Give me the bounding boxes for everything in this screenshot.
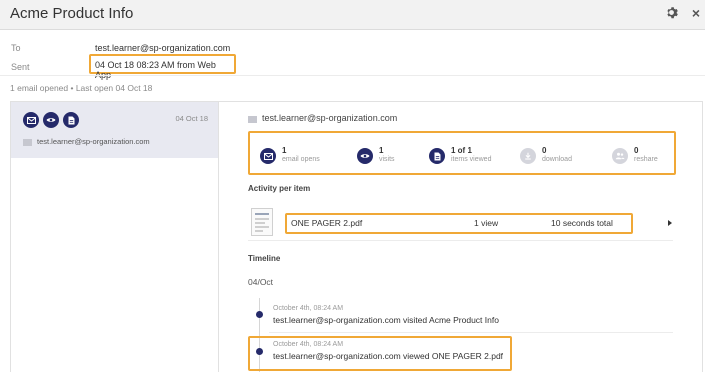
recipient-panel: 04 Oct 18 test.learner@sp-organization.c… <box>10 101 703 372</box>
stat-label: email opens <box>282 156 320 163</box>
timeline-title: Timeline <box>248 254 281 263</box>
download-icon <box>520 148 536 164</box>
recipient-list: 04 Oct 18 test.learner@sp-organization.c… <box>11 102 219 372</box>
close-icon[interactable]: × <box>689 6 703 20</box>
title-bar: Acme Product Info × <box>0 0 705 30</box>
activity-title: Activity per item <box>248 184 311 193</box>
stat-value: 1 <box>282 146 287 155</box>
stat-label: reshare <box>634 156 658 163</box>
envelope-small-icon <box>248 116 257 123</box>
detail-email: test.learner@sp-organization.com <box>262 113 398 123</box>
divider <box>248 240 673 241</box>
stat-label: download <box>542 156 572 163</box>
sent-label: Sent <box>11 62 30 72</box>
envelope-icon <box>260 148 276 164</box>
document-icon <box>63 112 79 128</box>
open-summary: 1 email opened • Last open 04 Oct 18 <box>10 83 153 93</box>
sent-value: 04 Oct 18 08:23 AM from Web App <box>89 54 236 80</box>
stat-reshare: 0 reshare <box>612 146 705 168</box>
stat-value: 0 <box>542 146 547 155</box>
stat-label: items viewed <box>451 156 492 163</box>
stat-value: 1 of 1 <box>451 146 472 155</box>
stat-value: 1 <box>379 146 384 155</box>
divider <box>0 75 705 76</box>
to-label: To <box>11 43 21 53</box>
sent-value-text: 04 Oct 18 08:23 AM from Web App <box>95 60 216 80</box>
item-total-time: 10 seconds total <box>551 218 613 228</box>
stat-label: visits <box>379 156 395 163</box>
chevron-right-icon[interactable] <box>668 220 672 226</box>
document-thumbnail <box>251 208 273 236</box>
item-views: 1 view <box>474 218 499 228</box>
timeline-dot <box>256 348 263 355</box>
item-row[interactable]: ONE PAGER 2.pdf 1 view 10 seconds total <box>285 213 633 234</box>
item-name: ONE PAGER 2.pdf <box>291 218 363 228</box>
event-text: test.learner@sp-organization.com visited… <box>273 315 499 325</box>
envelope-small-icon <box>23 139 32 146</box>
document-icon <box>429 148 445 164</box>
stat-email-opens: 1 email opens <box>260 146 370 168</box>
window-title: Acme Product Info <box>10 5 134 22</box>
timeline-dot <box>256 311 263 318</box>
event-time: October 4th, 08:24 AM <box>273 341 344 348</box>
event-time: October 4th, 08:24 AM <box>273 305 344 312</box>
eye-icon <box>43 112 59 128</box>
recipient-date: 04 Oct 18 <box>175 114 208 123</box>
stat-value: 0 <box>634 146 639 155</box>
envelope-icon <box>23 112 39 128</box>
timeline-date: 04/Oct <box>248 277 274 287</box>
stats-bar: 1 email opens 1 visits 1 of 1 items view… <box>248 131 676 175</box>
recipient-card[interactable]: 04 Oct 18 test.learner@sp-organization.c… <box>11 102 218 158</box>
eye-icon <box>357 148 373 164</box>
event-text: test.learner@sp-organization.com viewed … <box>273 351 504 361</box>
to-value: test.learner@sp-organization.com <box>95 43 231 53</box>
people-icon <box>612 148 628 164</box>
divider <box>269 332 673 333</box>
recipient-email: test.learner@sp-organization.com <box>37 137 150 146</box>
gear-icon[interactable] <box>664 6 678 20</box>
